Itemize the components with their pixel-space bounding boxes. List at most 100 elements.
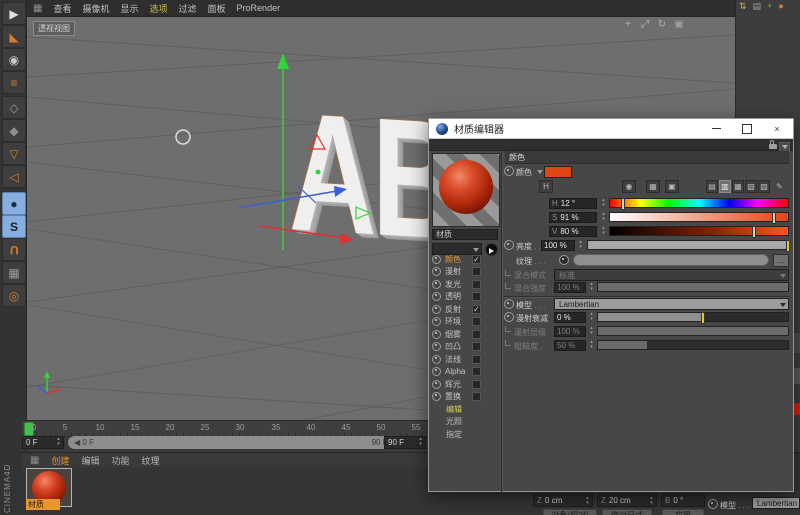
checkbox-icon[interactable] bbox=[472, 316, 481, 326]
radio-icon[interactable] bbox=[432, 366, 441, 376]
menu-grid-icon[interactable]: ▦ bbox=[33, 3, 42, 14]
stepper-icon[interactable]: ▴ ▾ bbox=[584, 496, 591, 507]
menu-filter[interactable]: 过滤 bbox=[179, 2, 197, 15]
saturation-value-box[interactable]: S 91 % bbox=[549, 212, 597, 223]
lock-icon[interactable] bbox=[769, 140, 777, 149]
menu-view[interactable]: 查看 bbox=[53, 2, 71, 15]
mat-menu-function[interactable]: 功能 bbox=[111, 454, 129, 467]
end-frame-spinner[interactable]: 90 F ▴ ▾ bbox=[384, 436, 426, 449]
coord-apply-button[interactable]: 应用 bbox=[662, 509, 704, 515]
coord-z-size-spinner[interactable]: Z 20 cm ▴ ▾ bbox=[597, 494, 657, 507]
radio-icon[interactable] bbox=[432, 291, 441, 301]
image-picker-icon[interactable]: ▣ bbox=[665, 180, 679, 193]
eyedropper-icon[interactable]: ✎ bbox=[773, 180, 786, 193]
value-value-box[interactable]: V 80 % bbox=[549, 226, 597, 237]
pointer-tool-icon[interactable]: ▶ bbox=[2, 2, 26, 25]
animation-mode-icon[interactable]: ◁ bbox=[2, 165, 26, 188]
kelvin-mode-icon[interactable]: ▦ bbox=[732, 180, 744, 193]
checkbox-icon[interactable] bbox=[472, 379, 481, 389]
channel-row-alpha[interactable]: Alpha bbox=[432, 365, 498, 377]
material-thumbnail-label[interactable]: 材质 bbox=[26, 499, 60, 510]
radio-icon[interactable] bbox=[432, 341, 441, 351]
model-radio[interactable] bbox=[504, 299, 514, 309]
hue-slider[interactable] bbox=[609, 198, 789, 210]
brightness-value-box[interactable]: 100 % bbox=[541, 240, 575, 251]
menu-grid-icon[interactable]: ▦ bbox=[30, 455, 39, 466]
stepper-icon[interactable]: ▴ ▾ bbox=[600, 212, 607, 223]
channel-row-color[interactable]: 颜色 ✓ bbox=[432, 253, 498, 265]
menu-camera[interactable]: 摄像机 bbox=[82, 2, 109, 15]
mat-menu-create[interactable]: 创建 bbox=[51, 454, 69, 467]
current-frame-spinner[interactable]: 0 F ▴ ▾ bbox=[22, 436, 64, 449]
material-preview[interactable] bbox=[432, 153, 500, 227]
radio-icon[interactable] bbox=[432, 329, 441, 339]
attr-model-dropdown[interactable]: Lambertian bbox=[752, 497, 800, 509]
channel-row-displacement[interactable]: 置换 bbox=[432, 390, 498, 402]
channel-row-diffusion[interactable]: 漫射 bbox=[432, 265, 498, 277]
brightness-slider[interactable] bbox=[587, 240, 790, 252]
mat-menu-edit[interactable]: 编辑 bbox=[81, 454, 99, 467]
h-mode-icon[interactable]: H bbox=[539, 180, 553, 193]
radio-icon[interactable] bbox=[432, 266, 441, 276]
saturation-slider[interactable] bbox=[609, 212, 789, 224]
texture-mode-icon[interactable]: ◉ bbox=[2, 48, 26, 71]
channel-row-transparency[interactable]: 透明 bbox=[432, 290, 498, 302]
brightness-radio[interactable] bbox=[504, 240, 514, 250]
move-arrows-icon[interactable]: ⇅ bbox=[739, 1, 747, 12]
page-illumination[interactable]: 光照 bbox=[446, 416, 462, 427]
slider-handle[interactable] bbox=[752, 226, 757, 238]
add-icon[interactable]: + bbox=[767, 1, 772, 12]
slider-handle[interactable] bbox=[700, 312, 705, 324]
coord-size-dropdown[interactable]: 绝对尺寸 bbox=[602, 509, 652, 515]
value-slider[interactable] bbox=[609, 226, 789, 238]
rgb-mode-icon[interactable]: ▤ bbox=[706, 180, 718, 193]
slider-handle[interactable] bbox=[786, 240, 790, 252]
attr-model-radio[interactable] bbox=[708, 499, 718, 509]
points-mode-icon[interactable]: ◇ bbox=[2, 96, 26, 119]
coord-z-position-spinner[interactable]: Z 0 cm ▴ ▾ bbox=[533, 494, 593, 507]
mat-menu-texture[interactable]: 纹理 bbox=[142, 454, 160, 467]
texture-enable-button[interactable] bbox=[559, 255, 569, 265]
radio-icon[interactable] bbox=[432, 304, 441, 314]
color-wheel-icon[interactable]: ◉ bbox=[622, 180, 636, 193]
menu-panel[interactable]: 面板 bbox=[208, 2, 226, 15]
material-name-field[interactable]: 材质 bbox=[432, 229, 498, 240]
channel-row-normal[interactable]: 法线 bbox=[432, 353, 498, 365]
channel-row-environment[interactable]: 环境 bbox=[432, 315, 498, 327]
edges-mode-icon[interactable]: ◆ bbox=[2, 119, 26, 142]
falloff-value-box[interactable]: 0 % bbox=[554, 312, 586, 323]
radio-icon[interactable] bbox=[432, 391, 441, 401]
checkbox-checked-icon[interactable]: ✓ bbox=[472, 254, 481, 264]
coord-mode-dropdown[interactable]: 对象(相对) bbox=[543, 509, 597, 515]
menu-prorender[interactable]: ProRender bbox=[237, 3, 281, 13]
checkbox-icon[interactable] bbox=[472, 354, 481, 364]
axis-modify-icon[interactable]: ◎ bbox=[2, 284, 26, 307]
page-edit[interactable]: 编辑 bbox=[446, 404, 462, 415]
layers-icon[interactable]: ▤ bbox=[753, 1, 762, 12]
page-assign[interactable]: 指定 bbox=[446, 429, 462, 440]
swatches-mode-icon[interactable]: ▨ bbox=[758, 180, 770, 193]
color-swatch[interactable] bbox=[544, 166, 572, 178]
maximize-button[interactable] bbox=[732, 119, 762, 138]
slider-handle[interactable] bbox=[620, 198, 625, 210]
checkbox-icon[interactable] bbox=[472, 279, 481, 289]
checkbox-icon[interactable] bbox=[472, 366, 481, 376]
workplane-lock-icon[interactable]: ▦ bbox=[2, 261, 26, 284]
color-radio[interactable] bbox=[504, 166, 514, 176]
spectrum-icon[interactable]: ▦ bbox=[646, 180, 660, 193]
minimize-button[interactable] bbox=[701, 119, 731, 138]
checkbox-icon[interactable] bbox=[472, 341, 481, 351]
snap-toggle-icon[interactable]: S bbox=[2, 215, 26, 238]
magnet-tool-icon[interactable]: U bbox=[2, 238, 26, 261]
hsv-mode-icon[interactable]: ▥ bbox=[719, 180, 731, 193]
checkbox-icon[interactable] bbox=[472, 266, 481, 276]
checkbox-checked-icon[interactable]: ✓ bbox=[472, 304, 481, 314]
stepper-icon[interactable]: ▴ ▾ bbox=[648, 496, 655, 507]
stepper-icon[interactable]: ▴ ▾ bbox=[600, 198, 607, 209]
stepper-icon[interactable]: ▴ ▾ bbox=[600, 226, 607, 237]
coord-b-rotation-spinner[interactable]: B 0 ° bbox=[661, 494, 705, 507]
checkbox-icon[interactable] bbox=[472, 391, 481, 401]
channel-row-glow[interactable]: 辉光 bbox=[432, 378, 498, 390]
hue-value-box[interactable]: H 12 ° bbox=[549, 198, 597, 209]
stepper-icon[interactable]: ▴ ▾ bbox=[588, 312, 595, 323]
